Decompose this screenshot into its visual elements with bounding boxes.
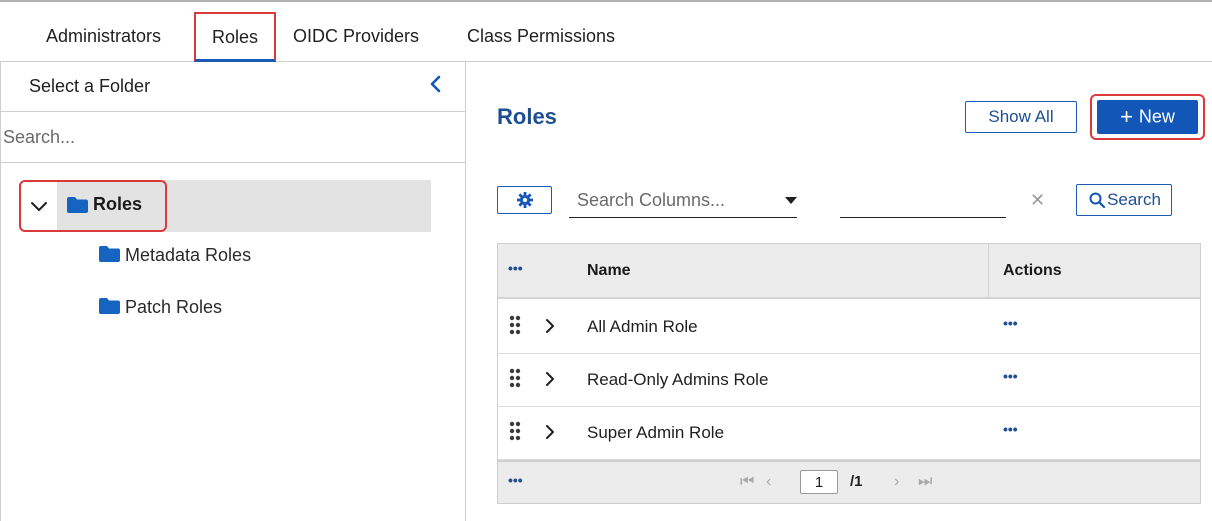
chevron-down-icon[interactable] xyxy=(29,196,49,216)
search-icon xyxy=(1089,192,1105,208)
drag-handle-icon[interactable] xyxy=(509,368,521,388)
tree-node-metadata-roles[interactable]: Metadata Roles xyxy=(99,240,251,270)
drag-handle-icon[interactable] xyxy=(509,421,521,441)
column-header-actions: Actions xyxy=(1003,262,1062,279)
page-number-input[interactable] xyxy=(800,470,838,494)
folder-panel-header: Select a Folder xyxy=(1,62,466,112)
folder-icon xyxy=(67,197,88,213)
row-name: All Admin Role xyxy=(587,317,698,336)
folder-icon xyxy=(99,246,120,263)
tree-node-label: Roles xyxy=(93,194,143,214)
show-all-button[interactable]: Show All xyxy=(965,101,1077,133)
last-page-icon[interactable]: ⏭ xyxy=(918,473,932,491)
row-name: Super Admin Role xyxy=(587,423,725,442)
close-icon[interactable]: ✕ xyxy=(1030,190,1045,211)
tree-node-label: Metadata Roles xyxy=(125,245,252,265)
search-button-label: Search xyxy=(1107,190,1161,209)
column-menu-icon[interactable]: ••• xyxy=(508,260,523,276)
folder-panel-title: Select a Folder xyxy=(29,76,151,96)
row-actions-icon[interactable]: ••• xyxy=(1003,421,1018,437)
chevron-left-icon[interactable] xyxy=(424,72,448,96)
main-content: Roles Show All +New Search Columns... ✕ xyxy=(467,62,1212,521)
tree-node-patch-roles[interactable]: Patch Roles xyxy=(99,292,222,322)
folder-icon xyxy=(99,298,120,315)
next-page-icon[interactable]: › xyxy=(894,473,899,491)
table-row[interactable]: Super Admin Role ••• xyxy=(498,407,1200,460)
column-header-name[interactable]: Name xyxy=(587,262,631,280)
tree-node-roles[interactable]: Roles xyxy=(19,180,431,232)
roles-grid: ••• Name Actions All Admin Role ••• Read… xyxy=(497,243,1201,504)
settings-button[interactable] xyxy=(497,186,552,214)
column-divider xyxy=(988,244,989,299)
new-button[interactable]: + New xyxy=(1097,100,1198,134)
grid-header: ••• Name Actions xyxy=(498,244,1200,299)
row-name: Read-Only Admins Role xyxy=(587,370,769,389)
column-select-placeholder: Search Columns... xyxy=(577,190,726,210)
chevron-right-icon[interactable] xyxy=(544,424,556,440)
tree-node-label: Patch Roles xyxy=(125,297,223,317)
chevron-right-icon[interactable] xyxy=(544,371,556,387)
new-button-label: New xyxy=(1138,106,1175,127)
page-total: /1 xyxy=(850,473,863,490)
filter-value-input[interactable] xyxy=(840,186,1006,218)
row-actions-icon[interactable]: ••• xyxy=(1003,315,1018,331)
gear-icon xyxy=(517,192,533,208)
chevron-right-icon[interactable] xyxy=(544,318,556,334)
tab-roles[interactable]: Roles xyxy=(194,12,276,62)
footer-menu-icon[interactable]: ••• xyxy=(508,472,523,488)
drag-handle-icon[interactable] xyxy=(509,315,521,335)
previous-page-icon[interactable]: ‹ xyxy=(766,473,771,491)
folder-panel: Select a Folder Roles Metadata Roles Pat… xyxy=(0,62,466,521)
page-title: Roles xyxy=(497,104,557,129)
tab-oidc-providers[interactable]: OIDC Providers xyxy=(293,16,419,56)
first-page-icon[interactable]: ⏮ xyxy=(740,473,754,491)
plus-icon: + xyxy=(1120,104,1133,129)
row-actions-icon[interactable]: ••• xyxy=(1003,368,1018,384)
folder-search xyxy=(1,113,466,163)
top-tab-bar: Administrators Roles OIDC Providers Clas… xyxy=(0,0,1212,62)
folder-search-input[interactable] xyxy=(1,113,441,161)
table-row[interactable]: Read-Only Admins Role ••• xyxy=(498,354,1200,407)
tab-administrators[interactable]: Administrators xyxy=(46,16,161,56)
tab-class-permissions[interactable]: Class Permissions xyxy=(467,16,615,56)
column-select[interactable]: Search Columns... xyxy=(569,186,797,218)
search-button[interactable]: Search xyxy=(1076,184,1172,216)
table-row[interactable]: All Admin Role ••• xyxy=(498,301,1200,354)
caret-down-icon xyxy=(785,197,797,204)
grid-footer: ••• ⏮ ‹ /1 › ⏭ xyxy=(498,460,1200,503)
